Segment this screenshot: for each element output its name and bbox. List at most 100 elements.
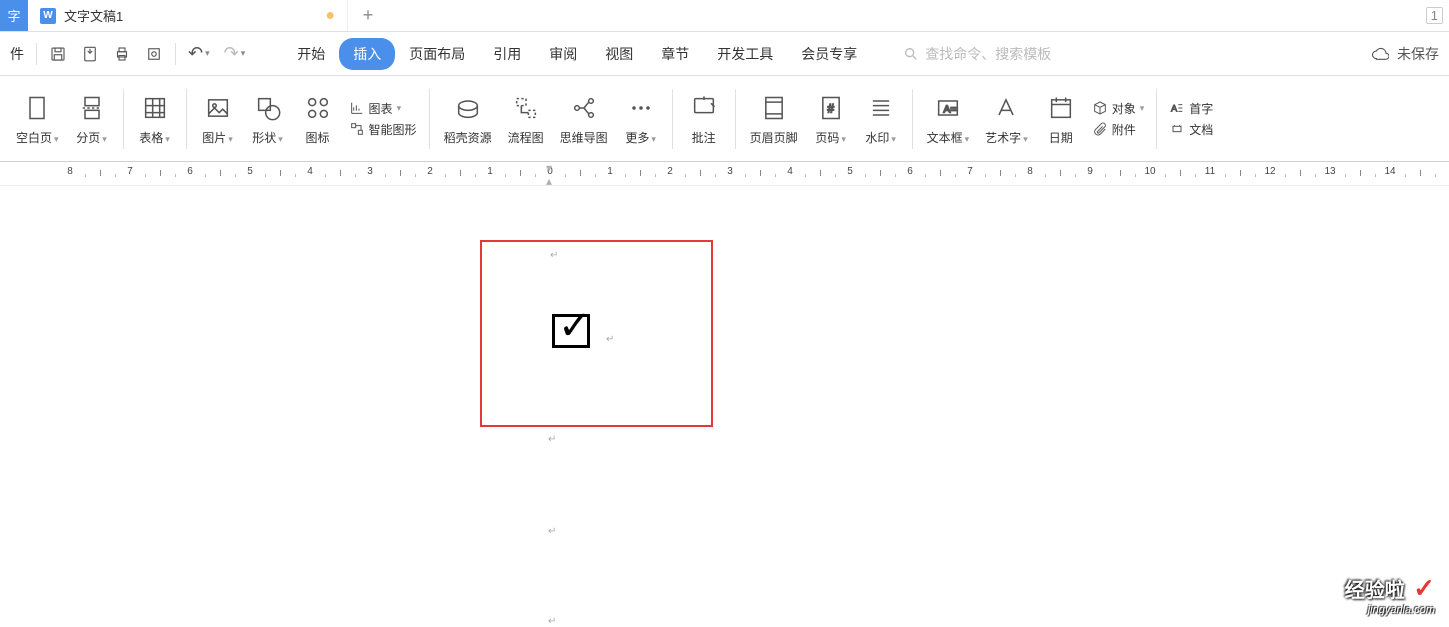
tab-start[interactable]: 开始 <box>283 38 339 70</box>
document-tab[interactable]: W 文字文稿1 ● <box>28 0 348 31</box>
chart-button[interactable]: 图表▾ <box>349 100 417 117</box>
document-canvas[interactable]: ↵ ✓ ↵ ↵ ↵ ↵ <box>0 186 1449 624</box>
tab-dev[interactable]: 开发工具 <box>703 38 787 70</box>
flowchart-icon <box>512 91 540 125</box>
tab-view[interactable]: 视图 <box>591 38 647 70</box>
separator <box>672 89 673 149</box>
smartart-icon <box>349 121 365 137</box>
qat-item[interactable]: 件 <box>4 40 30 68</box>
checkbox-symbol: ✓ <box>552 308 595 348</box>
doke-icon <box>454 91 482 125</box>
doc-title: 文字文稿1 <box>64 6 123 25</box>
tab-section[interactable]: 章节 <box>647 38 703 70</box>
more-icon <box>627 91 655 125</box>
shape-icon <box>254 91 282 125</box>
preview-icon[interactable] <box>139 41 169 67</box>
redo-button[interactable]: ↷ <box>218 39 252 68</box>
save-state-label: 未保存 <box>1397 44 1439 64</box>
wendang-icon <box>1169 121 1185 137</box>
undo-button[interactable]: ↶ <box>182 39 216 68</box>
tab-insert[interactable]: 插入 <box>339 38 395 70</box>
icons-icon <box>304 91 332 125</box>
wordart-icon <box>992 91 1020 125</box>
flowchart-button[interactable]: 流程图 <box>500 79 552 159</box>
blank-page-icon <box>23 91 51 125</box>
wordart-button[interactable]: 艺术字▾ <box>977 79 1036 159</box>
horizontal-ruler[interactable]: 8765432101234567891011121314 ▾ ▴ <box>0 162 1449 186</box>
paragraph-mark: ↵ <box>550 250 558 261</box>
titlebar-right: 1 <box>1426 0 1449 31</box>
cloud-icon <box>1371 45 1389 63</box>
svg-text:A: A <box>1171 103 1178 113</box>
object-button[interactable]: 对象▾ <box>1092 100 1145 117</box>
more-button[interactable]: 更多▾ <box>616 79 666 159</box>
svg-text:A=: A= <box>943 104 956 116</box>
table-button[interactable]: 表格▾ <box>130 79 180 159</box>
separator <box>1156 89 1157 149</box>
ribbon-insert: 空白页▾ 分页▾ 表格▾ 图片▾ 形状▾ 图标 图表▾ 智能图形 稻壳资源 流程… <box>0 76 1449 162</box>
new-tab-button[interactable]: + <box>348 0 388 31</box>
page-break-icon <box>78 91 106 125</box>
search-placeholder: 查找命令、搜索模板 <box>925 44 1051 64</box>
picture-button[interactable]: 图片▾ <box>193 79 243 159</box>
export-icon[interactable] <box>75 41 105 67</box>
separator <box>36 43 37 65</box>
mindmap-icon <box>570 91 598 125</box>
ribbon-tabs: 开始 插入 页面布局 引用 审阅 视图 章节 开发工具 会员专享 <box>283 38 871 70</box>
chart-smartart-stack: 图表▾ 智能图形 <box>343 100 423 138</box>
dropcap-icon: A <box>1169 100 1185 116</box>
table-icon <box>141 91 169 125</box>
watermark-icon <box>867 91 895 125</box>
page-number-button[interactable]: # 页码▾ <box>806 79 856 159</box>
dropcap-button[interactable]: A首字 <box>1169 100 1213 117</box>
page-break-button[interactable]: 分页▾ <box>67 79 117 159</box>
watermark-logo: 经验啦 ✓ jingyanla.com <box>1345 573 1435 616</box>
indent-marker-bottom[interactable]: ▴ <box>546 174 552 186</box>
comment-button[interactable]: 批注 <box>679 79 729 159</box>
comment-icon <box>690 91 718 125</box>
search-box[interactable]: 查找命令、搜索模板 <box>903 44 1051 64</box>
header-footer-button[interactable]: 页眉页脚 <box>742 79 806 159</box>
mindmap-button[interactable]: 思维导图 <box>552 79 616 159</box>
separator <box>912 89 913 149</box>
object-icon <box>1092 100 1108 116</box>
dropcap-wendang-stack: A首字 文档 <box>1163 100 1219 138</box>
paragraph-mark: ↵ <box>548 434 556 445</box>
blank-page-button[interactable]: 空白页▾ <box>8 79 67 159</box>
tab-review[interactable]: 审阅 <box>535 38 591 70</box>
tab-member[interactable]: 会员专享 <box>787 38 871 70</box>
watermark-text: 经验啦 <box>1345 574 1405 603</box>
chart-icon <box>349 100 365 116</box>
watermark-url: jingyanla.com <box>1345 604 1435 616</box>
attachment-icon <box>1092 121 1108 137</box>
svg-text:#: # <box>827 103 834 116</box>
textbox-button[interactable]: A= 文本框▾ <box>919 79 978 159</box>
smartart-button[interactable]: 智能图形 <box>349 121 417 138</box>
picture-icon <box>204 91 232 125</box>
date-icon <box>1047 91 1075 125</box>
watermark-button[interactable]: 水印▾ <box>856 79 906 159</box>
toolbar-right: 未保存 <box>1371 44 1449 64</box>
separator <box>735 89 736 149</box>
paragraph-mark: ↵ <box>548 526 556 537</box>
print-icon[interactable] <box>107 41 137 67</box>
date-button[interactable]: 日期 <box>1036 79 1086 159</box>
header-footer-icon <box>760 91 788 125</box>
check-mark-icon: ✓ <box>558 306 592 346</box>
paragraph-mark: ↵ <box>606 334 614 345</box>
titlebar-badge[interactable]: 1 <box>1426 7 1443 24</box>
attachment-button[interactable]: 附件 <box>1092 121 1145 138</box>
watermark-tick-icon: ✓ <box>1413 573 1435 604</box>
save-icon[interactable] <box>43 41 73 67</box>
tab-reference[interactable]: 引用 <box>479 38 535 70</box>
shape-button[interactable]: 形状▾ <box>243 79 293 159</box>
wendang-button[interactable]: 文档 <box>1169 121 1213 138</box>
icon-button[interactable]: 图标 <box>293 79 343 159</box>
highlight-box: ↵ ✓ ↵ <box>480 240 713 427</box>
doke-button[interactable]: 稻壳资源 <box>436 79 500 159</box>
page-number-icon: # <box>817 91 845 125</box>
separator <box>123 89 124 149</box>
tab-page-layout[interactable]: 页面布局 <box>395 38 479 70</box>
separator <box>429 89 430 149</box>
object-attachment-stack: 对象▾ 附件 <box>1086 100 1151 138</box>
